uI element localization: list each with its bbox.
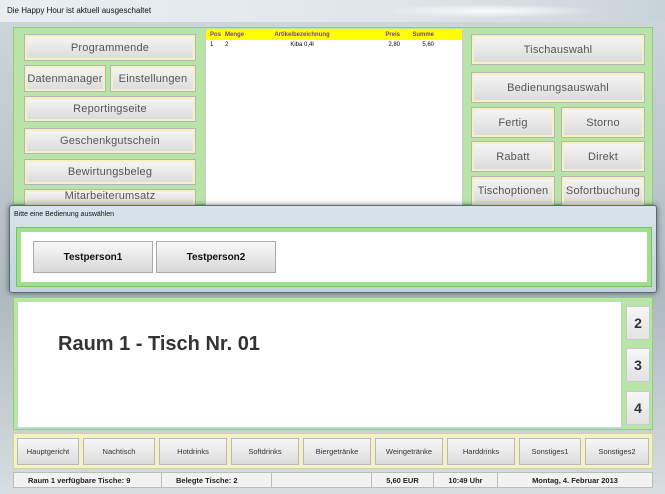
einstellungen-button[interactable]: Einstellungen [110,65,196,92]
category-nachtisch[interactable]: Nachtisch [83,438,155,465]
testperson1-button[interactable]: Testperson1 [33,241,153,273]
bewirtungsbeleg-button[interactable]: Bewirtungsbeleg [24,159,196,185]
category-label: Weingetränke [385,447,433,456]
cell-artikel: Kiba 0,4l [290,42,314,48]
testperson1-label: Testperson1 [63,251,123,263]
cell-summe: 5,60 [422,42,434,48]
testperson2-button[interactable]: Testperson2 [156,241,276,273]
table-area: Raum 1 - Tisch Nr. 01 2 3 4 [13,297,653,430]
status-amount: 5,60 EUR [372,473,434,487]
reporting-button[interactable]: Reportingseite [24,96,196,122]
category-sonstiges2[interactable]: Sonstiges2 [585,438,649,465]
category-hotdrinks[interactable]: Hotdrinks [159,438,227,465]
status-date: Montag, 4. Februar 2013 [532,475,618,485]
dialog-content: Testperson1 Testperson2 [21,232,647,282]
col-artikel: Artikelbezeichnung [274,31,330,38]
storno-button[interactable]: Storno [561,107,645,138]
col-pos: Pos [210,31,222,38]
status-time: 10:49 Uhr [434,473,498,487]
status-occupied-tables: Belegte Tische: 2 [162,473,272,487]
geschenkgutschein-label: Geschenkgutschein [59,135,160,147]
direkt-label: Direkt [588,150,618,163]
sofortbuchung-button[interactable]: Sofortbuchung [561,176,645,206]
category-bar: Hauptgericht Nachtisch Hotdrinks Softdri… [13,433,653,469]
table-label: Raum 1 - Tisch Nr. 01 [58,333,260,355]
sofortbuchung-label: Sofortbuchung [565,185,641,197]
category-label: Softdrinks [248,447,282,456]
dialog-body: Testperson1 Testperson2 [16,227,652,287]
datenmanager-button[interactable]: Datenmanager [24,65,106,92]
rabatt-button[interactable]: Rabatt [471,141,555,172]
table-view: Raum 1 - Tisch Nr. 01 [18,302,621,427]
dialog-title: Bitte eine Bedienung auswählen [14,211,115,218]
category-label: Hotdrinks [177,447,209,456]
col-preis: Preis [385,31,400,38]
cell-preis: 2,80 [388,42,400,48]
einstellungen-label: Einstellungen [118,72,188,85]
mitarbeiterumsatz-button[interactable]: Mitarbeiterumsatz [24,189,196,206]
page-4-button[interactable]: 4 [626,391,650,425]
page-2-button[interactable]: 2 [626,306,650,340]
category-weingetraenke[interactable]: Weingetränke [375,438,443,465]
fertig-label: Fertig [498,116,528,129]
order-row[interactable]: 1 2 Kiba 0,4l 2,80 5,60 [206,40,462,50]
page-4-label: 4 [634,400,642,416]
status-spacer [272,473,372,487]
bedienung-dialog: Bitte eine Bedienung auswählen Testperso… [9,205,657,293]
status-free-tables: Raum 1 verfügbare Tische: 9 [14,473,162,487]
window-title: Die Happy Hour ist aktuell ausgeschaltet [7,6,152,15]
category-biergetraenke[interactable]: Biergetränke [303,438,371,465]
bedienungsauswahl-button[interactable]: Bedienungsauswahl [471,72,645,103]
col-summe: Summe [412,31,434,38]
titlebar-glare [380,4,600,18]
tischauswahl-button[interactable]: Tischauswahl [471,34,645,65]
category-harddrinks[interactable]: Harddrinks [447,438,515,465]
cell-pos: 1 [210,42,214,48]
category-sonstiges1[interactable]: Sonstiges1 [519,438,581,465]
page-3-button[interactable]: 3 [626,348,650,382]
category-label: Sonstiges2 [598,447,636,456]
testperson2-label: Testperson2 [186,251,246,263]
storno-label: Storno [586,116,620,129]
programmende-label: Programmende [70,41,150,54]
page-2-label: 2 [634,315,642,331]
bewirtungsbeleg-label: Bewirtungsbeleg [67,166,153,178]
reporting-label: Reportingseite [73,103,147,115]
status-bar: Raum 1 verfügbare Tische: 9 Belegte Tisc… [13,472,653,488]
fertig-button[interactable]: Fertig [471,107,555,138]
order-list: Pos Menge Artikelbezeichnung Preis Summe… [205,29,463,205]
col-menge: Menge [225,31,245,38]
category-label: Hauptgericht [26,447,70,456]
datenmanager-label: Datenmanager [27,72,103,85]
tischoptionen-label: Tischoptionen [477,185,549,197]
window-titlebar: Die Happy Hour ist aktuell ausgeschaltet [0,0,665,22]
mitarbeiterumsatz-label: Mitarbeiterumsatz [64,190,156,202]
geschenkgutschein-button[interactable]: Geschenkgutschein [24,128,196,154]
programmende-button[interactable]: Programmende [24,34,196,61]
category-label: Harddrinks [462,447,500,456]
bedienungsauswahl-label: Bedienungsauswahl [507,81,609,94]
category-label: Sonstiges1 [531,447,569,456]
order-list-header: Pos Menge Artikelbezeichnung Preis Summe [206,29,462,40]
category-hauptgericht[interactable]: Hauptgericht [17,438,79,465]
page-3-label: 3 [634,357,642,373]
rabatt-label: Rabatt [496,150,530,163]
category-softdrinks[interactable]: Softdrinks [231,438,299,465]
category-label: Biergetränke [315,447,359,456]
cell-menge: 2 [225,42,229,48]
tischauswahl-label: Tischauswahl [523,43,593,56]
tischoptionen-button[interactable]: Tischoptionen [471,176,555,206]
direkt-button[interactable]: Direkt [561,141,645,172]
category-label: Nachtisch [102,447,136,456]
